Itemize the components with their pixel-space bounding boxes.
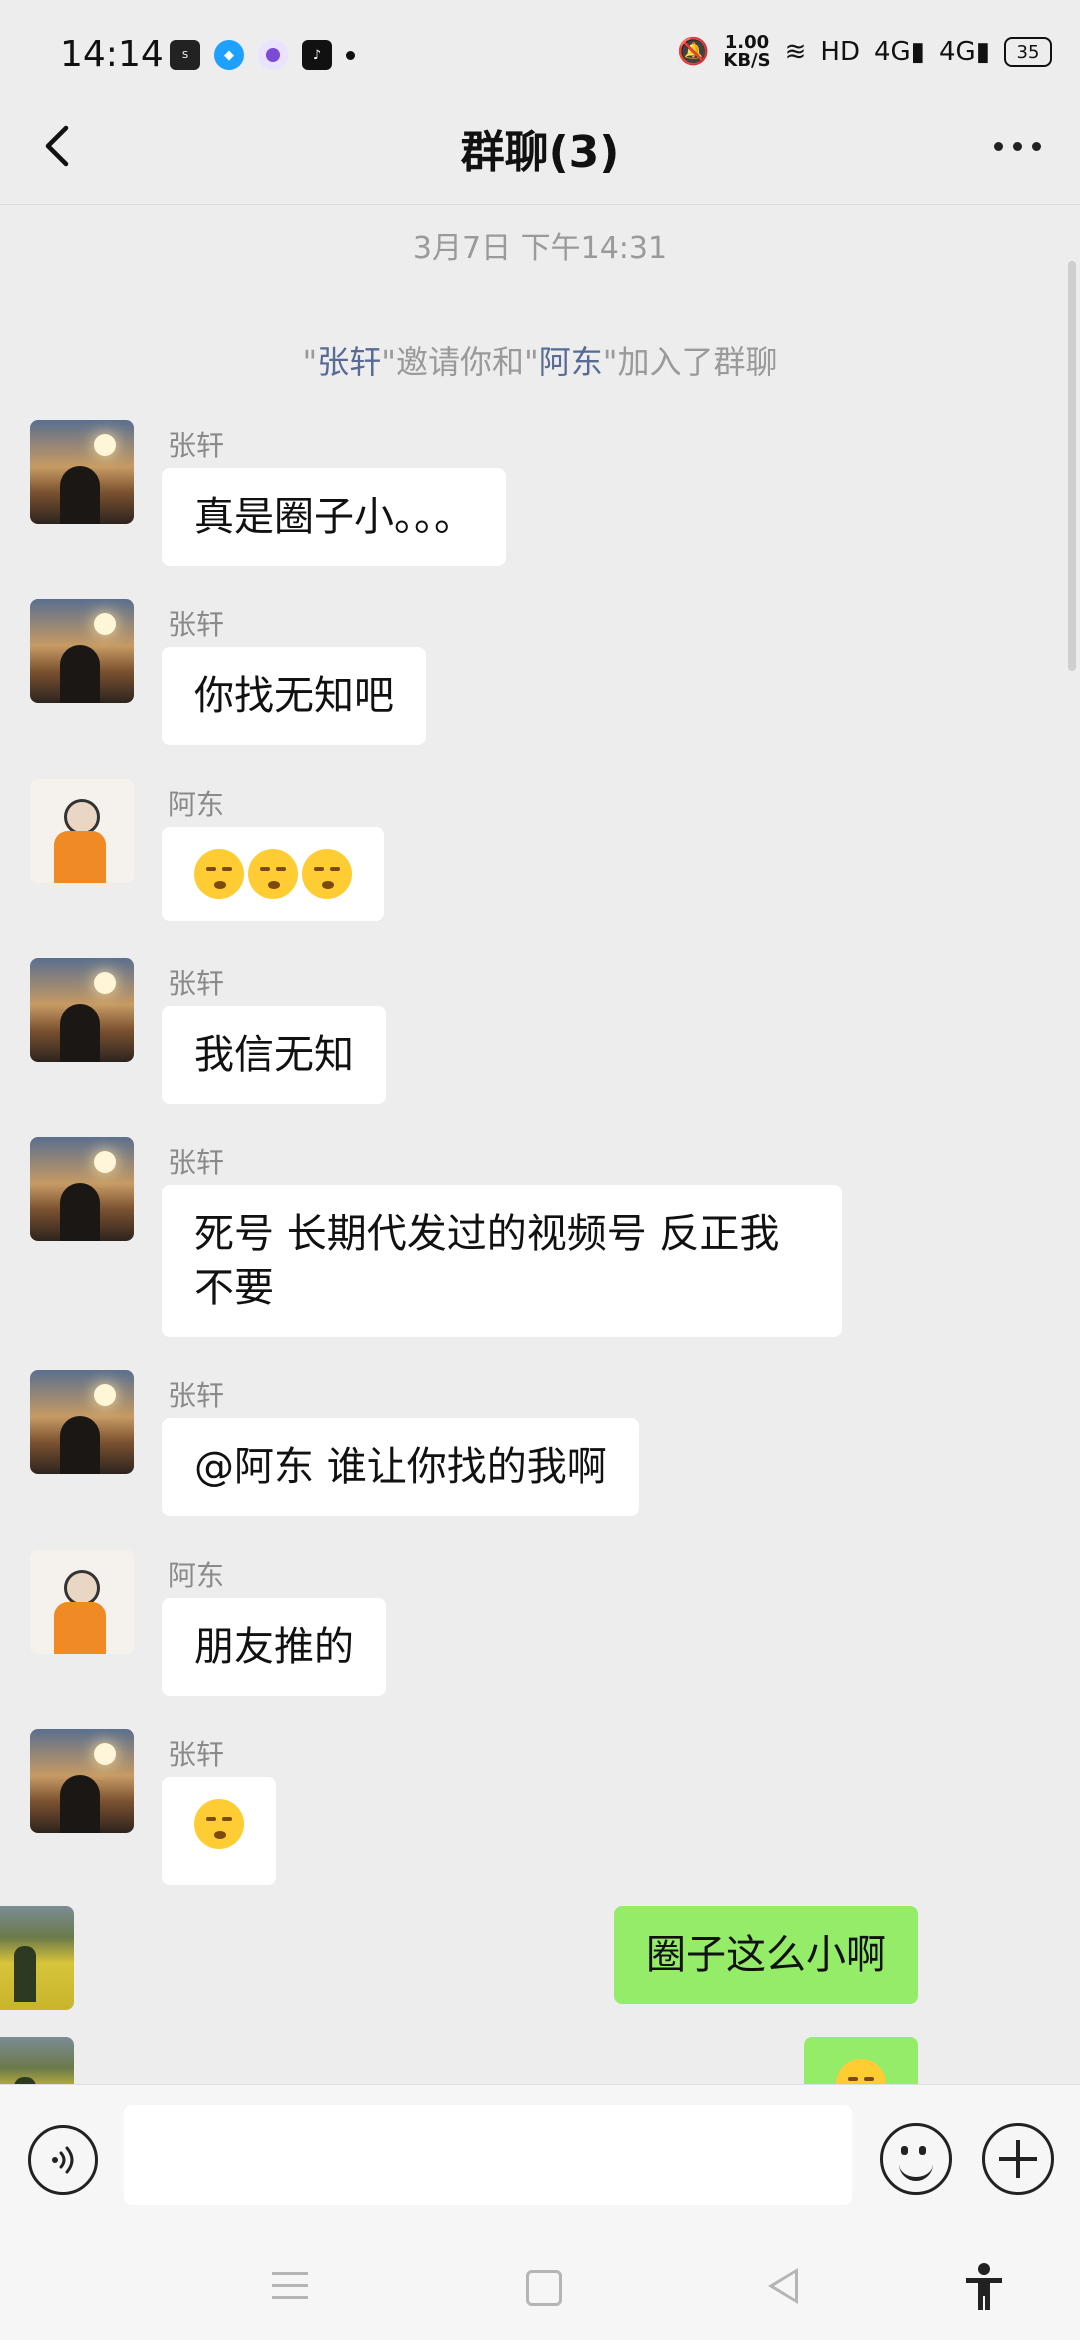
message-bubble[interactable]: 真是圈子小。。。 — [162, 468, 506, 566]
thinking-face-emoji — [194, 1799, 244, 1849]
message-row: 张轩 @阿东 谁让你找的我啊 — [0, 1370, 1080, 1516]
avatar[interactable] — [30, 958, 134, 1062]
sender-name: 张轩 — [168, 608, 225, 641]
home-icon[interactable] — [526, 2270, 562, 2306]
avatar[interactable] — [30, 1137, 134, 1241]
sender-name: 张轩 — [168, 1146, 225, 1179]
invitee-name-link[interactable]: 阿东 — [539, 343, 603, 381]
message-input[interactable] — [124, 2105, 852, 2205]
chat-timestamp: 3月7日 下午14:31 — [412, 231, 668, 266]
status-app-icons: S ◆ ♪ — [170, 40, 355, 70]
voice-icon — [52, 2146, 74, 2174]
message-row: 张轩 死号 长期代发过的视频号 反正我不要 — [0, 1137, 1080, 1337]
avatar[interactable] — [30, 1370, 134, 1474]
avatar[interactable] — [30, 599, 134, 703]
shushing-face-emoji — [248, 849, 298, 899]
inviter-name-link[interactable]: 张轩 — [317, 343, 381, 381]
voice-button[interactable] — [28, 2125, 98, 2195]
status-time: 14:14 — [60, 34, 164, 75]
message-row: 张轩 我信无知 — [0, 958, 1080, 1104]
qq-icon: ◆ — [214, 40, 244, 70]
avatar[interactable] — [30, 1550, 134, 1654]
message-row: 圈子这么小啊 — [0, 1906, 1080, 2010]
message-bubble[interactable]: 死号 长期代发过的视频号 反正我不要 — [162, 1185, 842, 1337]
menu-icon[interactable] — [272, 2272, 308, 2302]
message-row: 阿东 — [0, 779, 1080, 921]
status-right: 🔕 1.00 KB/S ≋ HD 4G▮ 4G▮ 35 — [677, 34, 1052, 70]
message-row: 张轩 — [0, 1729, 1080, 1885]
sender-name: 张轩 — [168, 1738, 225, 1771]
message-row: 张轩 真是圈子小。。。 — [0, 420, 1080, 566]
notification-dot-icon — [346, 50, 355, 60]
avatar[interactable] — [30, 779, 134, 883]
message-row: 张轩 你找无知吧 — [0, 599, 1080, 745]
mute-vibrate-icon: 🔕 — [677, 37, 710, 67]
avatar[interactable] — [30, 420, 134, 524]
system-nav-bar — [0, 2234, 1080, 2340]
self-avatar[interactable] — [0, 1906, 74, 2010]
purple-app-icon — [258, 40, 288, 70]
more-button[interactable] — [982, 116, 1052, 176]
sender-name: 张轩 — [168, 967, 225, 1000]
tiktok-icon: ♪ — [302, 40, 332, 70]
self-avatar[interactable] — [0, 2037, 74, 2085]
sender-name: 张轩 — [168, 1379, 225, 1412]
signal-1: 4G▮ — [873, 37, 925, 67]
message-bubble[interactable]: 朋友推的 — [162, 1598, 386, 1696]
emoji-button[interactable] — [880, 2123, 952, 2195]
shushing-face-emoji — [302, 849, 352, 899]
chat-header: 群聊(3) — [0, 86, 1080, 205]
sender-name: 张轩 — [168, 429, 225, 462]
avatar[interactable] — [30, 1729, 134, 1833]
battery-icon: 35 — [1004, 37, 1052, 67]
soul-app-icon: S — [170, 40, 200, 70]
message-bubble[interactable] — [162, 1777, 276, 1885]
message-bubble-self[interactable] — [804, 2037, 918, 2085]
chat-area[interactable]: 3月7日 下午14:31 "张轩"邀请你和"阿东"加入了群聊 张轩 真是圈子小。… — [0, 205, 1080, 2085]
net-speed: 1.00 KB/S — [723, 32, 771, 71]
message-row: 阿东 朋友推的 — [0, 1550, 1080, 1696]
signal-2: 4G▮ — [938, 37, 990, 67]
page-title: 群聊(3) — [460, 127, 620, 178]
message-bubble[interactable]: 我信无知 — [162, 1006, 386, 1104]
hd-label: HD — [820, 37, 860, 67]
input-bar — [0, 2084, 1080, 2235]
system-message: "张轩"邀请你和"阿东"加入了群聊 — [302, 343, 778, 381]
more-dots-icon — [993, 141, 1003, 151]
message-bubble[interactable] — [162, 827, 384, 921]
plus-button[interactable] — [982, 2123, 1054, 2195]
sender-name: 阿东 — [168, 788, 225, 821]
message-row — [0, 2037, 1080, 2085]
back-icon[interactable] — [768, 2268, 798, 2304]
message-bubble[interactable]: @阿东 谁让你找的我啊 — [162, 1418, 639, 1516]
wifi-icon: ≋ — [784, 37, 807, 67]
shushing-face-emoji — [194, 849, 244, 899]
message-bubble[interactable]: 你找无知吧 — [162, 647, 426, 745]
accessibility-icon[interactable] — [962, 2262, 1006, 2312]
sender-name: 阿东 — [168, 1559, 225, 1592]
smile-emoji — [836, 2059, 886, 2085]
message-bubble-self[interactable]: 圈子这么小啊 — [614, 1906, 918, 2004]
